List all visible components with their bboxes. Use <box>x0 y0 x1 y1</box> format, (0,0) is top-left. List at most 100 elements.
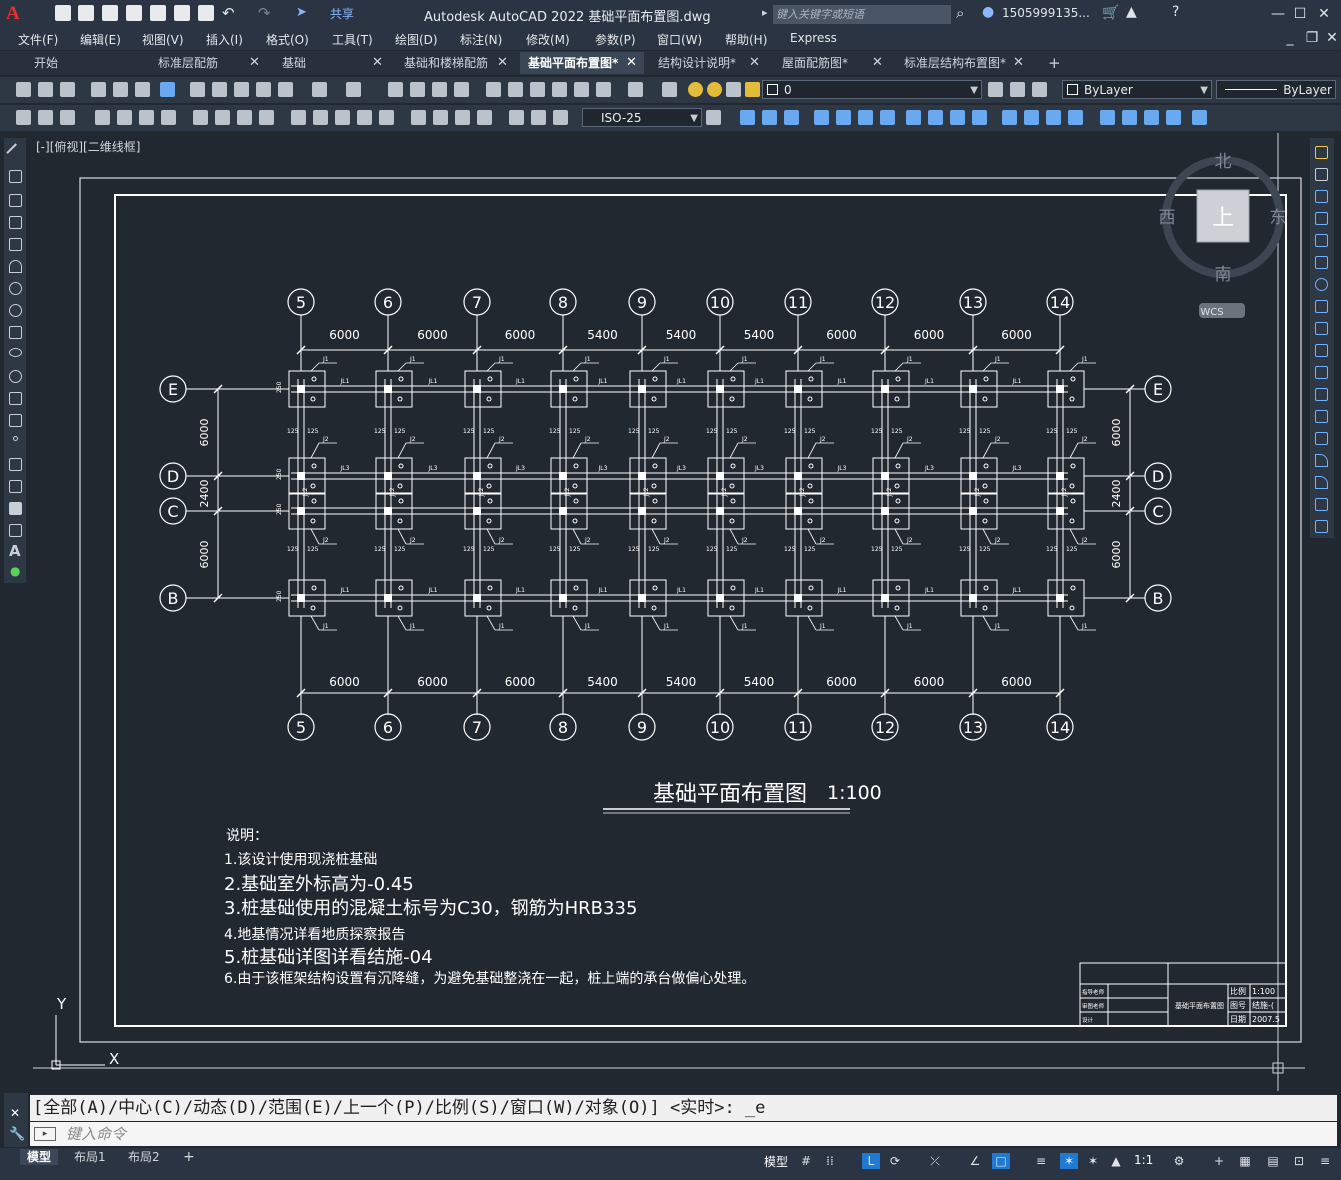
undo-icon[interactable]: ↶ <box>222 4 235 22</box>
explode-icon[interactable] <box>1315 520 1328 533</box>
viewcube-face-label[interactable]: 上 <box>1212 206 1234 231</box>
pan-icon[interactable] <box>388 82 403 97</box>
tab-model[interactable]: 模型 <box>20 1149 59 1165</box>
minimize-icon[interactable]: — <box>1268 4 1288 24</box>
annotation-scale-icon[interactable]: ▲ <box>1107 1153 1125 1169</box>
share-icon[interactable]: ➤ <box>296 5 307 20</box>
new-tab-icon[interactable]: + <box>1048 52 1061 74</box>
viewport-controls[interactable]: [-][俯视][二维线框] <box>36 138 140 155</box>
model-space-button[interactable]: 模型 <box>764 1153 788 1170</box>
layer-previous-icon[interactable] <box>1010 82 1025 97</box>
tab-standard-structure[interactable]: 标准层结构布置图* <box>896 52 1030 74</box>
grid-icon[interactable]: # <box>797 1153 815 1169</box>
explode-icon[interactable] <box>1100 110 1115 125</box>
menu-draw[interactable]: 绘图(D) <box>395 31 438 48</box>
menu-express[interactable]: Express <box>790 31 837 45</box>
scale-icon[interactable] <box>906 110 921 125</box>
isodraft-icon[interactable]: ⤫ <box>926 1153 944 1169</box>
add-selected-icon[interactable]: ● <box>10 564 20 578</box>
layer-dropdown[interactable]: 0 ▼ <box>762 80 982 99</box>
cut-icon[interactable] <box>190 82 205 97</box>
layer-properties-icon[interactable] <box>662 82 677 97</box>
layer-state-icon[interactable] <box>1032 82 1047 97</box>
tab-layout1[interactable]: 布局1 <box>67 1149 113 1165</box>
plot-preview-icon[interactable] <box>113 82 128 97</box>
redo-icon[interactable] <box>346 82 361 97</box>
rotate-icon[interactable] <box>880 110 895 125</box>
multiline-text-icon[interactable]: A <box>9 542 21 560</box>
zoom-realtime-icon[interactable] <box>410 82 425 97</box>
menu-insert[interactable]: 插入(I) <box>206 31 243 48</box>
cart-icon[interactable]: 🛒 <box>1102 5 1119 21</box>
auto-scale-icon[interactable]: ✶ <box>1084 1153 1102 1169</box>
ordinate-dimension-icon[interactable] <box>161 110 176 125</box>
design-center-icon[interactable] <box>508 82 523 97</box>
tab-close-icon[interactable]: ✕ <box>749 52 760 74</box>
sheet-set-icon[interactable] <box>552 82 567 97</box>
break-icon[interactable] <box>1002 110 1017 125</box>
drawing-canvas[interactable]: J1 J2 J2 J1 J1 J2 J2 J1 J1 J2 J2 J1 J1 J2 J2 J1 J1 J2 J2 J1… <box>33 133 1305 1091</box>
polyline-icon[interactable] <box>9 194 22 207</box>
menu-modify[interactable]: 修改(M) <box>526 31 570 48</box>
gradient-icon[interactable] <box>9 480 22 493</box>
blend-curves-icon[interactable] <box>1315 498 1328 511</box>
linetype-dropdown[interactable]: ByLayer <box>1216 80 1336 99</box>
add-layout-icon[interactable]: + <box>176 1149 202 1165</box>
trim-icon[interactable] <box>950 110 965 125</box>
polar-icon[interactable]: ⟳ <box>886 1153 904 1169</box>
scale-icon[interactable] <box>1315 300 1328 313</box>
plot-icon[interactable] <box>91 82 106 97</box>
compass-south[interactable]: 南 <box>1215 265 1232 285</box>
insert-block-icon[interactable] <box>9 392 22 405</box>
make-block-icon[interactable] <box>9 414 22 427</box>
chamfer-icon[interactable] <box>1315 454 1328 467</box>
rectangle-icon[interactable] <box>9 238 22 251</box>
array-icon[interactable] <box>836 110 851 125</box>
tab-close-icon[interactable]: ✕ <box>872 52 883 74</box>
annotation-visibility-icon[interactable]: ✶ <box>1060 1153 1078 1169</box>
dimension-text-edit-icon[interactable] <box>38 110 53 125</box>
tab-start[interactable]: 开始 <box>26 52 144 74</box>
move-icon[interactable] <box>858 110 873 125</box>
chamfer-icon[interactable] <box>1046 110 1061 125</box>
tolerance-icon[interactable] <box>411 110 426 125</box>
object-snap-tracking-icon[interactable]: ∠ <box>966 1153 984 1169</box>
circle-icon[interactable] <box>9 282 22 295</box>
polygon-icon[interactable] <box>9 216 22 229</box>
make-current-layer-icon[interactable] <box>988 82 1003 97</box>
region-icon[interactable] <box>9 502 22 515</box>
zoom-previous-icon[interactable] <box>454 82 469 97</box>
menu-view[interactable]: 视图(V) <box>142 31 184 48</box>
dimension-text-icon[interactable] <box>531 110 546 125</box>
layer-vp-freeze-icon[interactable] <box>726 82 741 97</box>
linear-dimension-icon[interactable] <box>95 110 110 125</box>
customize-status-icon[interactable]: ≡ <box>1316 1153 1334 1169</box>
menu-tools[interactable]: 工具(T) <box>332 31 373 48</box>
baseline-dimension-icon[interactable] <box>313 110 328 125</box>
help-icon[interactable]: ? <box>1172 4 1179 20</box>
break-at-point-icon[interactable] <box>1315 388 1328 401</box>
table-icon[interactable] <box>9 524 22 537</box>
quick-properties-icon[interactable]: ▤ <box>1264 1153 1282 1169</box>
color-dropdown[interactable]: ByLayer ▼ <box>1062 80 1212 99</box>
dimension-break-icon[interactable] <box>379 110 394 125</box>
maximize-icon[interactable]: ☐ <box>1290 4 1310 24</box>
menu-window[interactable]: 窗口(W) <box>657 31 702 48</box>
drawing-svg[interactable]: J1 J2 J2 J1 J1 J2 J2 J1 J1 J2 J2 J1 J1 J2 J2 J1 J1 J2 J2 J1… <box>33 133 1305 1091</box>
move-icon[interactable] <box>1315 256 1328 269</box>
menu-parameter[interactable]: 参数(P) <box>595 31 636 48</box>
menu-format[interactable]: 格式(O) <box>266 31 309 48</box>
center-mark-icon[interactable] <box>433 110 448 125</box>
array-icon[interactable] <box>1315 234 1328 247</box>
copy-icon[interactable] <box>1315 168 1328 181</box>
dimension-update-icon[interactable] <box>553 110 568 125</box>
user-account[interactable]: 1505999135... <box>1002 6 1090 20</box>
menu-file[interactable]: 文件(F) <box>18 31 58 48</box>
command-line-handle[interactable]: ✕ 🔧 <box>4 1093 28 1147</box>
tab-layout2[interactable]: 布局2 <box>121 1149 167 1165</box>
layer-freeze-icon[interactable] <box>707 82 722 97</box>
tab-close-icon[interactable]: ✕ <box>372 52 383 74</box>
save-web-icon[interactable] <box>174 5 190 21</box>
construction-line-icon[interactable] <box>9 170 22 183</box>
stretch-icon[interactable] <box>1315 322 1328 335</box>
